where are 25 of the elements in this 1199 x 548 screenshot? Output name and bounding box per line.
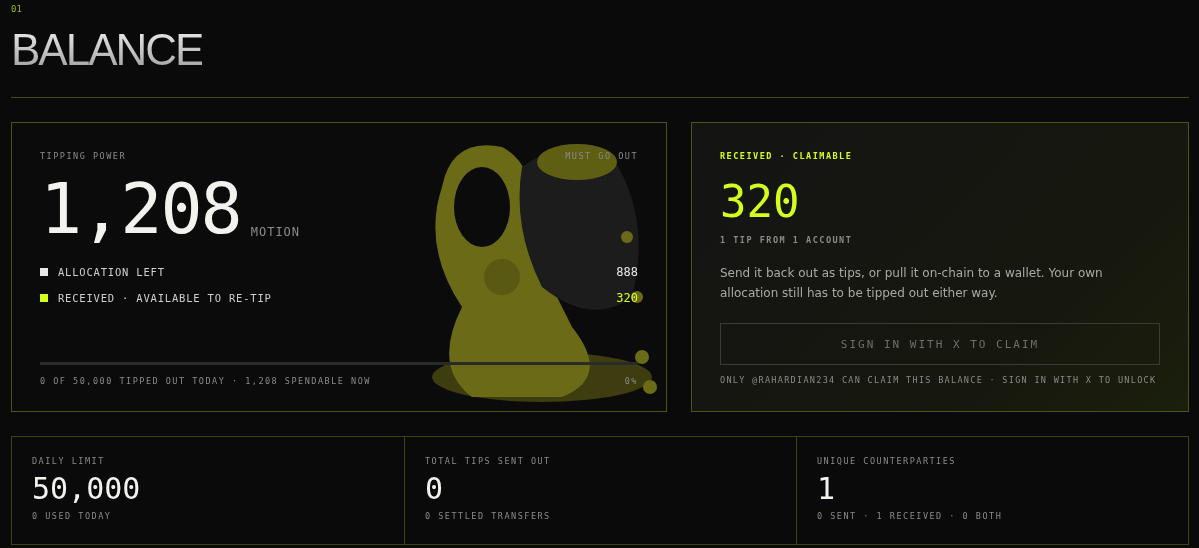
claimable-description: Send it back out as tips, or pull it on-chain to a wallet. Your own allocation still has to be tipped out either way. — [720, 265, 1104, 302]
progress-percent: 0% — [624, 376, 638, 386]
unit-label: MOTION — [250, 225, 301, 239]
stat-value: 50,000 — [32, 472, 142, 506]
stat-sub: 0 SETTLED TRANSFERS — [425, 511, 552, 521]
legend-value: 320 — [616, 291, 638, 305]
stat-label: UNIQUE COUNTERPARTIES — [817, 456, 957, 466]
claim-note: ONLY @RAHARDIAN234 CAN CLAIM THIS BALANCE · SIGN IN WITH X TO UNLOCK — [720, 375, 1158, 385]
claimable-amount: 320 — [720, 179, 801, 225]
stat-sub: 0 SENT · 1 RECEIVED · 0 BOTH — [817, 511, 1004, 521]
tipping-power-amount: 1,208 — [40, 175, 241, 243]
stat-label: TOTAL TIPS SENT OUT — [425, 456, 552, 466]
card-label: RECEIVED · CLAIMABLE — [720, 151, 854, 161]
card-label: TIPPING POWER — [40, 151, 127, 161]
stat-value: 1 — [817, 472, 837, 506]
stat-label: DAILY LIMIT — [32, 456, 106, 466]
card-tag: MUST GO OUT — [565, 151, 638, 161]
legend-label: ALLOCATION LEFT — [58, 266, 166, 278]
claimable-sub: 1 TIP FROM 1 ACCOUNT — [720, 235, 854, 245]
legend-label: RECEIVED · AVAILABLE TO RE-TIP — [58, 292, 273, 304]
section-number: 01 — [11, 4, 23, 16]
legend-value: 888 — [616, 265, 638, 279]
progress-caption: 0 OF 50,000 TIPPED OUT TODAY · 1,208 SPENDABLE NOW — [40, 376, 371, 386]
stat-sub: 0 USED TODAY — [32, 511, 113, 521]
stat-value: 0 — [425, 472, 445, 506]
